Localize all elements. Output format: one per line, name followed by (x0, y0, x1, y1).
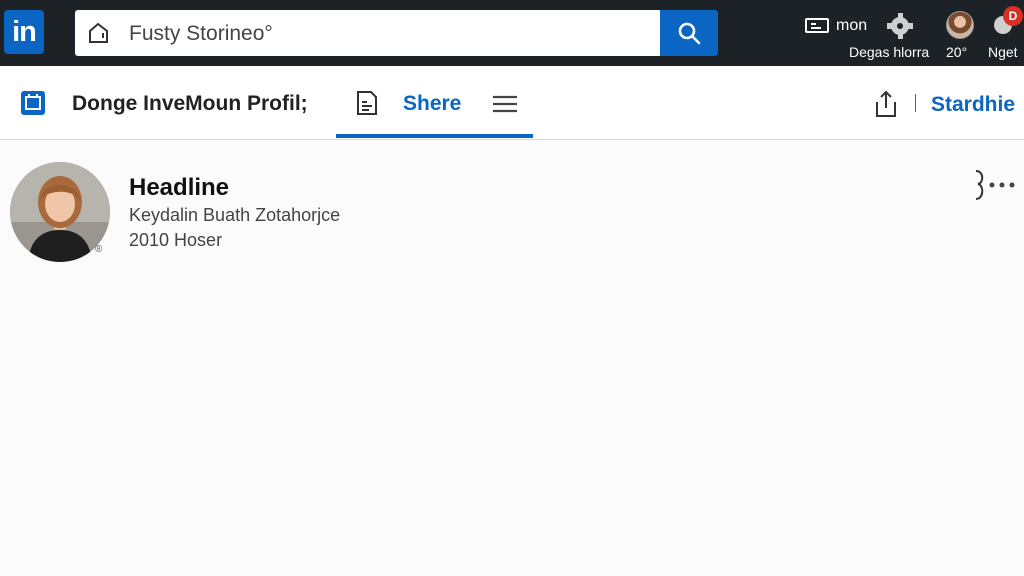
avatar[interactable] (946, 11, 974, 39)
search-input-value: Fusty Storineo° (129, 22, 273, 45)
right-action-link[interactable]: Stardhie (931, 93, 1015, 117)
profile-subnav: Donge InveMoun Profil; Shere Stardhie (0, 66, 1024, 140)
global-nav-bar: in Fusty Storineo° mon Degas hlorra 20° (0, 0, 1024, 66)
nav-item-me-label: 20° (946, 44, 968, 60)
share-icon[interactable] (874, 90, 898, 118)
gear-icon[interactable] (885, 12, 917, 40)
profile-headline: Headline (129, 174, 230, 201)
page-title: Donge InveMoun Profil; (72, 92, 308, 115)
more-options-icon[interactable] (972, 168, 1018, 202)
profile-subtitle: Keydalin Buath Zotahorjce (129, 205, 341, 225)
nav-item-messaging[interactable]: mon Degas hlorra (800, 14, 929, 62)
menu-icon[interactable] (492, 94, 518, 114)
profile-detail: 2010 Hoser (129, 230, 223, 250)
messaging-icon-text: mon (836, 17, 868, 34)
search-icon (678, 22, 701, 45)
home-icon (89, 22, 108, 43)
divider (915, 94, 916, 112)
messaging-icon (805, 18, 829, 33)
notification-badge: D (1003, 6, 1023, 26)
search-button[interactable] (660, 10, 718, 56)
page-icon[interactable] (20, 90, 46, 116)
photo-status-icon: ® (95, 244, 103, 255)
nav-item-messaging-label: Degas hlorra (849, 44, 930, 60)
nav-item-notifications-label: Nget (988, 44, 1018, 60)
search-input[interactable]: Fusty Storineo° (75, 10, 661, 56)
linkedin-logo[interactable]: in (4, 10, 44, 54)
active-tab-indicator (336, 134, 533, 138)
document-icon (357, 91, 377, 115)
tab-share[interactable]: Shere (403, 92, 461, 116)
